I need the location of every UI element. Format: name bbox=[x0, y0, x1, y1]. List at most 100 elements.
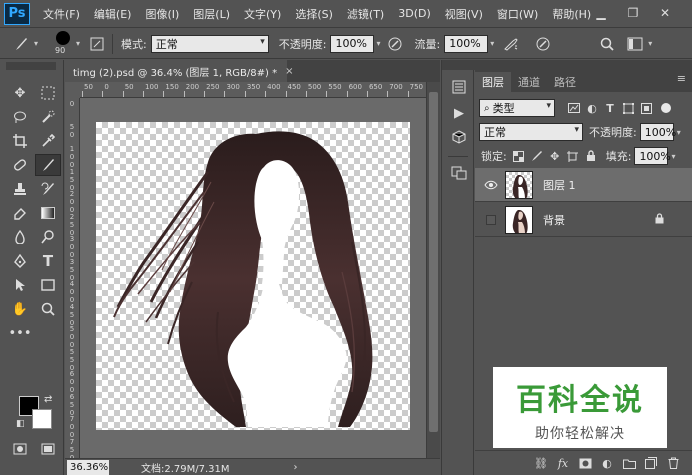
rectangle-tool-icon[interactable] bbox=[35, 274, 61, 296]
panel-menu-icon[interactable]: ≡ bbox=[677, 72, 686, 85]
layer-row-background[interactable]: 背景 bbox=[475, 203, 692, 237]
default-colors-icon[interactable]: ◧ bbox=[16, 419, 25, 429]
close-icon[interactable]: × bbox=[285, 66, 293, 77]
move-tool-icon[interactable]: ✥ bbox=[7, 82, 33, 104]
type-tool-icon[interactable]: T bbox=[35, 250, 61, 272]
layer-filter-select[interactable]: ⌕ 类型 ▾ bbox=[479, 99, 555, 117]
menu-3d[interactable]: 3D(D) bbox=[391, 7, 438, 20]
canvas-artboard[interactable] bbox=[96, 122, 410, 430]
clone-stamp-tool-icon[interactable] bbox=[7, 178, 33, 200]
opacity-dropdown[interactable]: ▾ bbox=[376, 39, 380, 48]
history-panel-icon[interactable] bbox=[448, 76, 470, 98]
3d-panel-icon[interactable] bbox=[448, 126, 470, 148]
menu-select[interactable]: 选择(S) bbox=[288, 6, 340, 22]
history-brush-tool-icon[interactable] bbox=[35, 178, 61, 200]
adjustments-panel-icon[interactable] bbox=[448, 162, 470, 184]
filter-smart-object-icon[interactable] bbox=[637, 99, 655, 117]
add-mask-icon[interactable] bbox=[574, 453, 596, 473]
restore-icon[interactable]: ❐ bbox=[620, 2, 646, 24]
tab-paths[interactable]: 路径 bbox=[547, 72, 583, 92]
brush-size-picker[interactable]: 90 bbox=[50, 30, 78, 58]
new-layer-icon[interactable] bbox=[640, 453, 662, 473]
flow-dropdown[interactable]: ▾ bbox=[490, 39, 494, 48]
layer-row-layer1[interactable]: 图层 1 bbox=[475, 168, 692, 202]
swap-colors-icon[interactable]: ⇄ bbox=[44, 394, 52, 405]
airbrush-icon[interactable] bbox=[500, 33, 522, 55]
lock-all-icon[interactable] bbox=[582, 147, 600, 165]
fx-icon[interactable]: fx bbox=[552, 453, 574, 473]
vertical-ruler[interactable]: 0 5 0 1 0 01 5 02 0 02 5 03 0 03 5 04 0 04… bbox=[65, 98, 80, 462]
zoom-tool-icon[interactable] bbox=[35, 298, 61, 320]
gradient-tool-icon[interactable] bbox=[35, 202, 61, 224]
menu-edit[interactable]: 编辑(E) bbox=[87, 6, 139, 22]
tab-channels[interactable]: 通道 bbox=[511, 72, 547, 92]
minimize-icon[interactable]: ▁ bbox=[588, 2, 614, 24]
menu-file[interactable]: 文件(F) bbox=[36, 6, 87, 22]
menu-type[interactable]: 文字(Y) bbox=[237, 6, 288, 22]
filter-adjustment-icon[interactable]: ◐ bbox=[583, 99, 601, 117]
canvas-vertical-scrollbar[interactable] bbox=[426, 82, 440, 458]
workspace-icon[interactable] bbox=[624, 33, 646, 55]
eraser-tool-icon[interactable] bbox=[7, 202, 33, 224]
visibility-toggle-empty[interactable] bbox=[486, 214, 496, 225]
crop-tool-icon[interactable] bbox=[7, 130, 33, 152]
blend-mode-select[interactable]: 正常 ▾ bbox=[479, 123, 583, 141]
blur-tool-icon[interactable] bbox=[7, 226, 33, 248]
close-icon[interactable]: ✕ bbox=[652, 2, 678, 24]
layer-opacity-dropdown[interactable]: ▾ bbox=[677, 128, 681, 137]
menu-layer[interactable]: 图层(L) bbox=[186, 6, 237, 22]
flow-input[interactable]: 100% bbox=[444, 34, 489, 53]
scrollbar-thumb[interactable] bbox=[429, 92, 438, 432]
new-group-icon[interactable] bbox=[618, 453, 640, 473]
pressure-opacity-icon[interactable] bbox=[384, 33, 406, 55]
hand-tool-icon[interactable]: ✋ bbox=[7, 298, 33, 320]
filter-shape-icon[interactable] bbox=[619, 99, 637, 117]
layer-name[interactable]: 背景 bbox=[543, 212, 565, 228]
tab-layers[interactable]: 图层 bbox=[475, 72, 511, 92]
dodge-tool-icon[interactable] bbox=[35, 226, 61, 248]
quick-mask-icon[interactable] bbox=[7, 438, 33, 460]
quick-select-tool-icon[interactable] bbox=[35, 106, 61, 128]
menu-window[interactable]: 窗口(W) bbox=[490, 6, 545, 22]
zoom-level-input[interactable]: 36.36% bbox=[67, 459, 109, 475]
fill-input[interactable]: 100% bbox=[634, 147, 671, 165]
opacity-input[interactable]: 100% bbox=[330, 34, 375, 53]
lock-transparent-icon[interactable] bbox=[510, 147, 528, 165]
screen-mode-icon[interactable] bbox=[35, 438, 61, 460]
layer-opacity-input[interactable]: 100% bbox=[639, 123, 676, 141]
filter-toggle-icon[interactable] bbox=[661, 103, 671, 113]
lock-artboard-icon[interactable] bbox=[564, 147, 582, 165]
actions-play-icon[interactable]: ▶ bbox=[448, 102, 470, 124]
layer-name[interactable]: 图层 1 bbox=[543, 177, 576, 193]
lock-image-pixels-icon[interactable] bbox=[528, 147, 546, 165]
link-layers-icon[interactable]: ⛓ bbox=[530, 453, 552, 473]
menu-filter[interactable]: 滤镜(T) bbox=[340, 6, 391, 22]
brush-tool-icon[interactable] bbox=[35, 154, 61, 176]
horizontal-ruler[interactable]: 50 0 50 100 150 200 250 300 350 400 450 500 550 600 65… bbox=[80, 82, 426, 98]
eyedropper-tool-icon[interactable] bbox=[35, 130, 61, 152]
lock-position-icon[interactable]: ✥ bbox=[546, 147, 564, 165]
pressure-size-icon[interactable] bbox=[532, 33, 554, 55]
brush-panel-icon[interactable] bbox=[86, 33, 108, 55]
background-color-swatch[interactable] bbox=[32, 409, 52, 429]
search-icon[interactable] bbox=[596, 33, 618, 55]
ruler-origin[interactable] bbox=[65, 82, 80, 98]
adjustment-layer-icon[interactable]: ◐ bbox=[596, 453, 618, 473]
status-menu-arrow[interactable]: › bbox=[294, 462, 298, 473]
filter-pixel-icon[interactable] bbox=[565, 99, 583, 117]
filter-type-icon[interactable]: T bbox=[601, 99, 619, 117]
trash-icon[interactable] bbox=[662, 453, 684, 473]
visibility-eye-icon[interactable] bbox=[481, 175, 501, 195]
fill-dropdown[interactable]: ▾ bbox=[671, 152, 675, 161]
more-tools-icon[interactable]: ••• bbox=[7, 322, 33, 344]
mode-select[interactable]: 正常 ▾ bbox=[150, 34, 269, 53]
marquee-tool-icon[interactable] bbox=[35, 82, 61, 104]
healing-brush-tool-icon[interactable] bbox=[7, 154, 33, 176]
brush-preset-icon[interactable] bbox=[10, 33, 32, 55]
menu-view[interactable]: 视图(V) bbox=[438, 6, 490, 22]
pen-tool-icon[interactable] bbox=[7, 250, 33, 272]
path-selection-tool-icon[interactable] bbox=[7, 274, 33, 296]
menu-image[interactable]: 图像(I) bbox=[138, 6, 186, 22]
document-tab[interactable]: timg (2).psd @ 36.4% (图层 1, RGB/8#) * × bbox=[65, 60, 293, 82]
lasso-tool-icon[interactable] bbox=[7, 106, 33, 128]
